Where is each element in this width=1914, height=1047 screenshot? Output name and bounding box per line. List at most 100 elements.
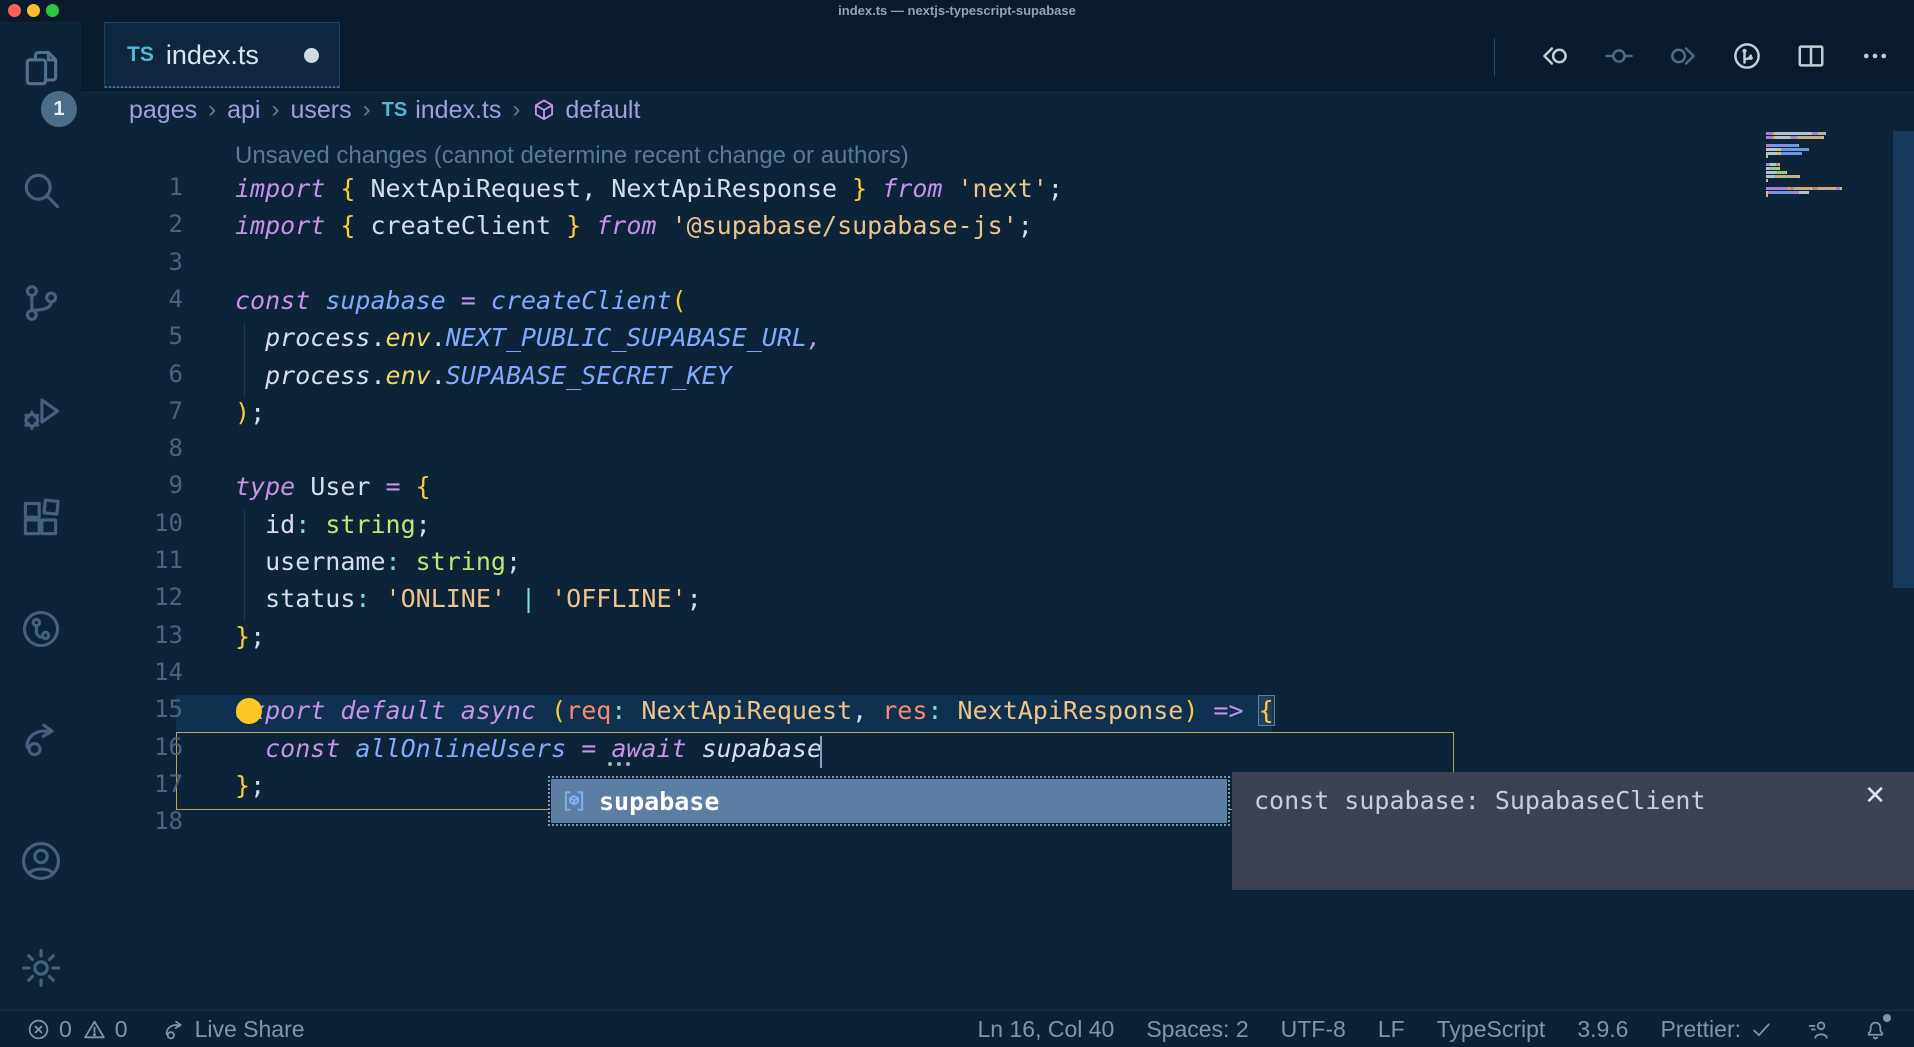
indentation-setting[interactable]: Spaces: 2 [1146, 1016, 1248, 1043]
breadcrumb-folder[interactable]: pages [129, 96, 197, 125]
code-line[interactable]: }; [235, 767, 265, 804]
code-token-punct: { [401, 472, 431, 501]
tab-index-ts[interactable]: TS index.ts [104, 22, 340, 88]
line-number: 10 [100, 509, 183, 537]
window-title: index.ts — nextjs-typescript-supabase [0, 3, 1914, 18]
code-token-idi: supabase [687, 734, 822, 763]
titlebar: index.ts — nextjs-typescript-supabase [0, 0, 1914, 22]
eol-setting[interactable]: LF [1378, 1016, 1405, 1043]
sidebar-item-run-and-debug[interactable] [0, 382, 81, 442]
line-number: 5 [100, 322, 183, 350]
breadcrumb-folder[interactable]: users [291, 96, 352, 125]
code-line[interactable]: process.env.SUPABASE_SECRET_KEY [235, 357, 732, 394]
minimap-line [1766, 144, 1799, 147]
code-line[interactable]: import { NextApiRequest, NextApiResponse… [235, 170, 1063, 207]
cursor-position[interactable]: Ln 16, Col 40 [978, 1016, 1115, 1043]
explorer-badge: 1 [38, 88, 80, 130]
code-token-kw: , [807, 323, 822, 352]
breadcrumb-folder[interactable]: api [227, 96, 260, 125]
code-line[interactable]: }; [235, 618, 265, 655]
code-line[interactable]: export default async (req: NextApiReques… [235, 692, 1274, 729]
code-token-id: NextApiRequest, NextApiResponse [355, 174, 852, 203]
typescript-version[interactable]: 3.9.6 [1577, 1016, 1628, 1043]
breadcrumb-symbol[interactable]: default [531, 96, 640, 125]
sidebar-item-source-control[interactable] [0, 273, 81, 333]
sidebar-item-live-share[interactable] [0, 709, 81, 769]
language-mode[interactable]: TypeScript [1437, 1016, 1546, 1043]
notifications-button[interactable] [1863, 1017, 1888, 1042]
code-line[interactable]: type User = { [235, 468, 431, 505]
code-token-id: ; [250, 622, 265, 651]
code-token-fn: NEXT_PUBLIC_SUPABASE_URL [446, 323, 807, 352]
code-token-kw: import [235, 174, 325, 203]
breadcrumb-separator: › [208, 96, 216, 124]
code-token-id: ; [506, 547, 521, 576]
code-line[interactable]: id: string; [235, 506, 431, 543]
code-line[interactable]: const supabase = createClient( [235, 282, 687, 319]
code-line[interactable]: status: 'ONLINE' | 'OFFLINE'; [235, 580, 702, 617]
code-token-kw: export default async [235, 696, 536, 725]
code-token-str: '@supabase/supabase-js' [656, 211, 1017, 240]
line-number: 14 [100, 658, 183, 686]
code-token-punct: } [852, 174, 867, 203]
code-line[interactable]: import { createClient } from '@supabase/… [235, 207, 1033, 244]
activity-bar: 1 [0, 22, 81, 1010]
problems-errors[interactable]: 0 [26, 1016, 72, 1043]
symbol-variable-icon [559, 786, 589, 816]
code-token-teal: | [506, 584, 536, 613]
minimap[interactable] [1766, 132, 1892, 222]
line-number: 7 [100, 397, 183, 425]
problems-warnings[interactable]: 0 [82, 1016, 128, 1043]
minimap-line [1766, 132, 1826, 135]
suggest-item-supabase[interactable]: supabase [551, 779, 1227, 823]
code-token-green: string [310, 510, 415, 539]
run-or-debug-icon[interactable] [1732, 41, 1762, 71]
navigate-forward-icon[interactable] [1668, 41, 1698, 71]
encoding-setting[interactable]: UTF-8 [1281, 1016, 1346, 1043]
code-token-idi: process [265, 323, 370, 352]
lightbulb-dot-icon[interactable] [236, 698, 262, 724]
breadcrumb-separator: › [363, 96, 371, 124]
feedback-button[interactable] [1806, 1017, 1831, 1042]
modified-dot-icon[interactable] [304, 48, 319, 63]
more-actions-icon[interactable] [1860, 41, 1890, 71]
code-token-fn: createClient [476, 286, 672, 315]
sidebar-item-search[interactable] [0, 160, 81, 220]
minimap-line [1766, 148, 1809, 151]
warning-icon [82, 1017, 107, 1042]
minimap-line [1766, 163, 1780, 166]
code-token-teal: : [611, 696, 626, 725]
code-line[interactable]: ); [235, 394, 265, 431]
sidebar-item-gitlens[interactable] [0, 599, 81, 659]
code-line[interactable]: username: string; [235, 543, 521, 580]
sidebar-item-settings[interactable] [0, 938, 81, 998]
code-token-id [235, 734, 265, 763]
line-number: 11 [100, 546, 183, 574]
code-token-teal: : [355, 584, 370, 613]
code-token-punct: ( [672, 286, 687, 315]
sidebar-item-extensions[interactable] [0, 489, 81, 549]
minimap-line [1766, 187, 1842, 190]
code-token-kw: = [446, 286, 476, 315]
code-line[interactable]: const allOnlineUsers = await supabase [235, 730, 822, 767]
minimap-line [1766, 171, 1787, 174]
code-token-id: ; [1018, 211, 1033, 240]
minimap-line [1766, 191, 1809, 194]
split-editor-icon[interactable] [1796, 41, 1826, 71]
live-share-status[interactable]: Live Share [162, 1016, 305, 1043]
feedback-icon [1806, 1017, 1831, 1042]
navigate-back-icon[interactable] [1540, 41, 1570, 71]
sidebar-item-accounts[interactable] [0, 831, 81, 891]
suggest-details-panel: const supabase: SupabaseClient ✕ [1232, 772, 1914, 890]
close-icon[interactable]: ✕ [1864, 780, 1886, 811]
navigate-target-icon[interactable] [1604, 41, 1634, 71]
code-token-str: 'next' [942, 174, 1047, 203]
vertical-scrollbar[interactable] [1893, 131, 1914, 588]
code-line[interactable]: process.env.NEXT_PUBLIC_SUPABASE_URL, [235, 319, 822, 356]
code-token-punct: ) [1183, 696, 1198, 725]
minimap-line [1766, 194, 1768, 197]
suggest-widget: supabase [548, 776, 1230, 826]
breadcrumb-file[interactable]: TS index.ts [382, 96, 502, 125]
code-token-idi: process [265, 361, 370, 390]
prettier-status[interactable]: Prettier: [1660, 1016, 1774, 1043]
